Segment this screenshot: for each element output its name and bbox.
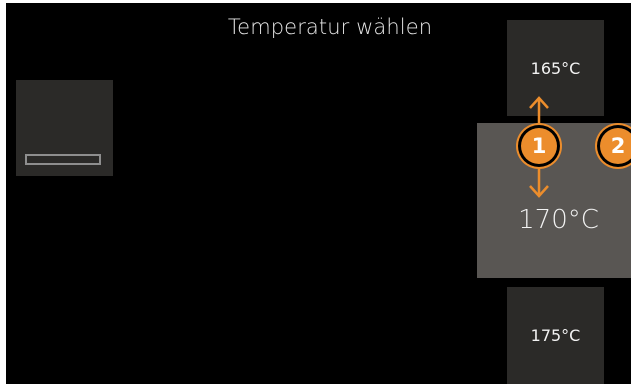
- temperature-previous-label: 165°C: [530, 58, 581, 78]
- oven-display: Temperatur wählen 165°C 170°C 175°C 1 2: [6, 3, 631, 384]
- temperature-option-next[interactable]: 175°C: [507, 287, 604, 384]
- temperature-option-previous[interactable]: 165°C: [507, 20, 604, 116]
- callout-marker-1: 1: [521, 128, 557, 164]
- callout-2-label: 2: [610, 134, 626, 158]
- temperature-selected-label: 170°C: [518, 204, 599, 235]
- callout-1-label: 1: [531, 134, 547, 158]
- oven-function-tile[interactable]: [16, 80, 113, 176]
- temperature-next-label: 175°C: [530, 326, 581, 345]
- tray-icon: [25, 154, 101, 165]
- callout-marker-2: 2: [600, 128, 631, 164]
